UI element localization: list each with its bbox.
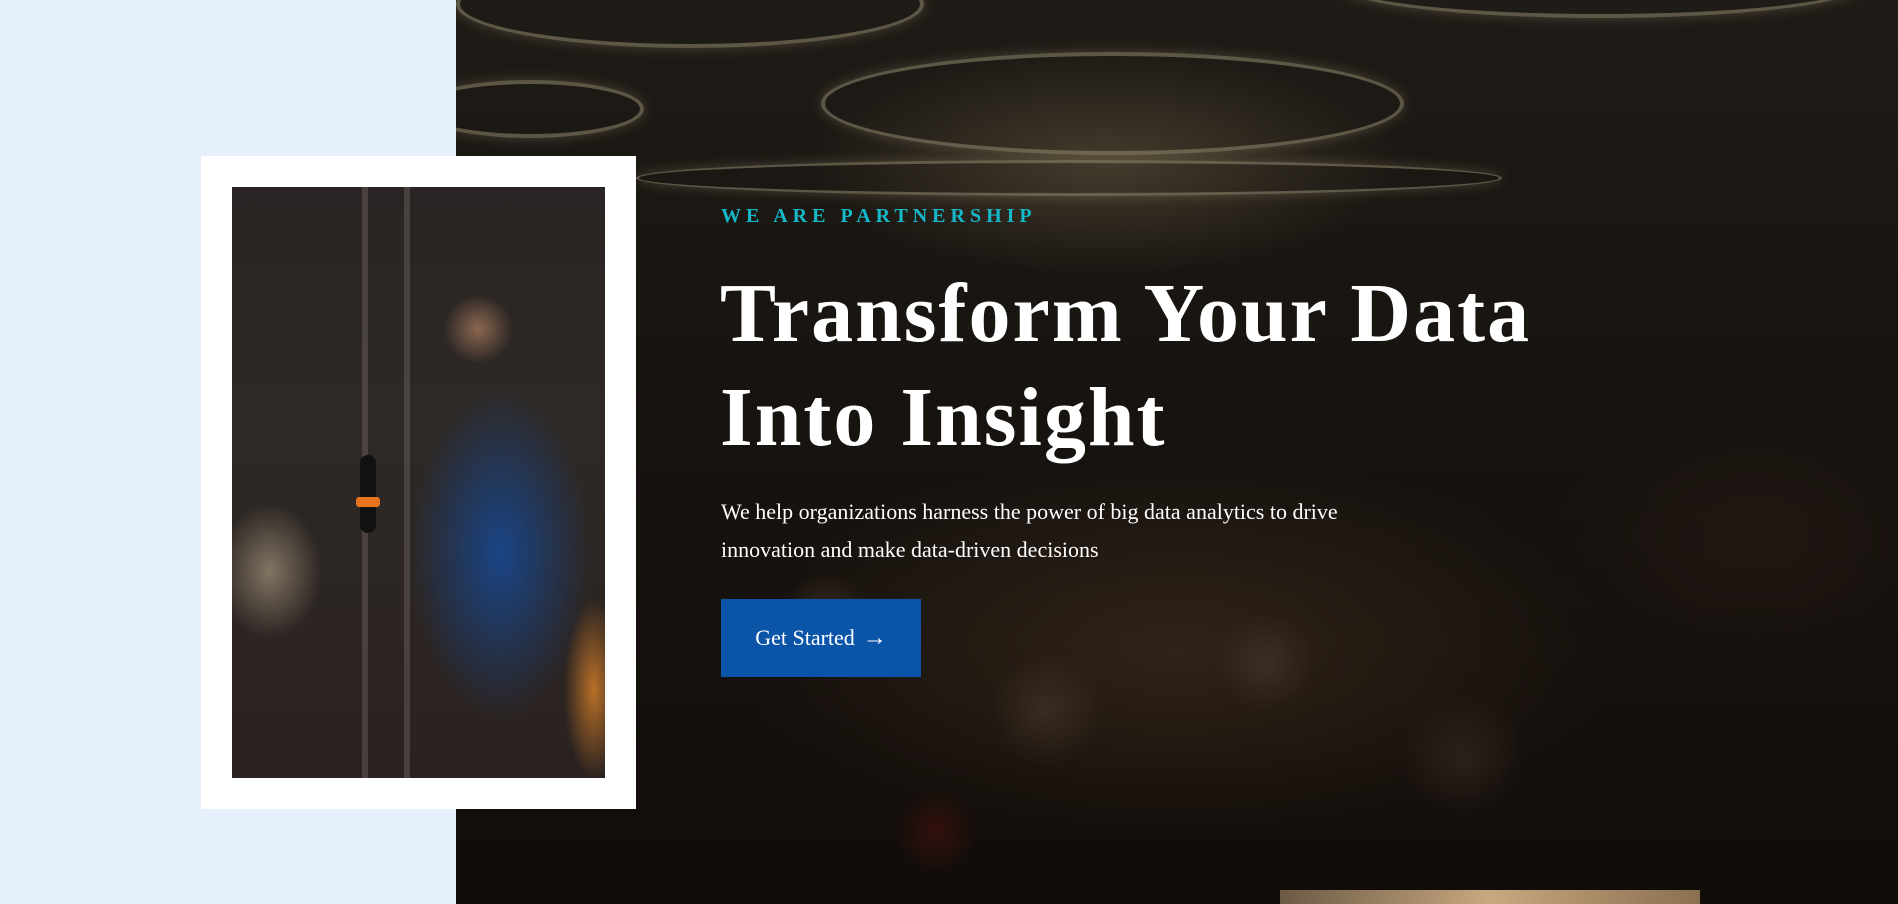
eyebrow-tagline: WE ARE PARTNERSHIP <box>721 205 1037 227</box>
get-started-label: Get Started <box>755 625 855 650</box>
headline-line-2: Into Insight <box>720 371 1167 464</box>
hero-subtitle: We help organizations harness the power … <box>721 493 1371 569</box>
arrow-right-icon: → <box>862 625 887 651</box>
headline-line-1: Transform Your Data <box>720 267 1532 360</box>
wall-stripe <box>404 187 410 778</box>
microphone-band <box>356 497 380 507</box>
microphone <box>360 455 376 533</box>
subtitle-line-1: We help organizations harness the power … <box>721 499 1338 524</box>
get-started-button[interactable]: Get Started → <box>721 599 921 677</box>
hero-headline: Transform Your Data Into Insight <box>720 262 1620 470</box>
speaker-photo <box>232 187 605 778</box>
speaker-photo-frame <box>201 156 636 809</box>
bottom-image-strip <box>1280 890 1700 904</box>
subtitle-line-2: innovation and make data-driven decision… <box>721 537 1099 562</box>
